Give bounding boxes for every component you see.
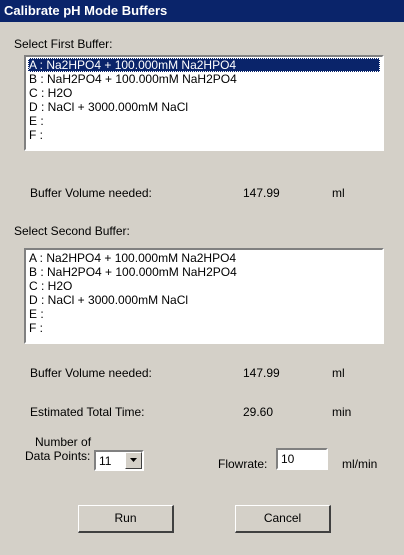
- window-title: Calibrate pH Mode Buffers: [4, 3, 168, 18]
- data-points-label-line1: Number of: [35, 435, 92, 449]
- first-buffer-item-c[interactable]: C : H2O: [28, 86, 380, 100]
- flowrate-input[interactable]: [276, 448, 328, 470]
- second-buffer-list[interactable]: A : Na2HPO4 + 100.000mM Na2HPO4 B : NaH2…: [24, 248, 384, 344]
- total-time-unit: min: [332, 405, 352, 419]
- first-buffer-item-b[interactable]: B : NaH2PO4 + 100.000mM NaH2PO4: [28, 72, 380, 86]
- cancel-button[interactable]: Cancel: [235, 505, 331, 533]
- data-points-dropdown[interactable]: 11: [94, 450, 144, 471]
- dropdown-arrow-button[interactable]: [125, 452, 142, 469]
- first-buffer-item-d[interactable]: D : NaCl + 3000.000mM NaCl: [28, 100, 380, 114]
- data-points-label-line2: Data Points:: [25, 449, 91, 463]
- first-volume-unit: ml: [332, 186, 345, 200]
- first-buffer-item-f[interactable]: F :: [28, 128, 380, 142]
- first-volume-label: Buffer Volume needed:: [30, 186, 152, 200]
- data-points-value: 11: [99, 454, 112, 468]
- second-buffer-item-b[interactable]: B : NaH2PO4 + 100.000mM NaH2PO4: [28, 265, 380, 279]
- first-buffer-item-a[interactable]: A : Na2HPO4 + 100.000mM Na2HPO4: [28, 58, 380, 72]
- second-volume-unit: ml: [332, 366, 345, 380]
- second-buffer-item-e[interactable]: E :: [28, 307, 380, 321]
- window-title-bar[interactable]: Calibrate pH Mode Buffers: [0, 0, 404, 22]
- first-buffer-item-e[interactable]: E :: [28, 114, 380, 128]
- second-buffer-item-f[interactable]: F :: [28, 321, 380, 335]
- second-buffer-item-d[interactable]: D : NaCl + 3000.000mM NaCl: [28, 293, 380, 307]
- second-volume-value: 147.99: [243, 366, 280, 380]
- first-buffer-list[interactable]: A : Na2HPO4 + 100.000mM Na2HPO4 B : NaH2…: [24, 55, 384, 151]
- chevron-down-icon: [130, 458, 137, 462]
- first-volume-value: 147.99: [243, 186, 280, 200]
- flowrate-unit: ml/min: [342, 457, 378, 471]
- second-buffer-label: Select Second Buffer:: [14, 224, 130, 238]
- total-time-value: 29.60: [243, 405, 274, 419]
- total-time-label: Estimated Total Time:: [30, 405, 145, 419]
- second-buffer-item-c[interactable]: C : H2O: [28, 279, 380, 293]
- flowrate-label: Flowrate:: [218, 457, 268, 471]
- first-buffer-label: Select First Buffer:: [14, 37, 113, 51]
- second-volume-label: Buffer Volume needed:: [30, 366, 152, 380]
- run-button[interactable]: Run: [78, 505, 174, 533]
- second-buffer-item-a[interactable]: A : Na2HPO4 + 100.000mM Na2HPO4: [28, 251, 380, 265]
